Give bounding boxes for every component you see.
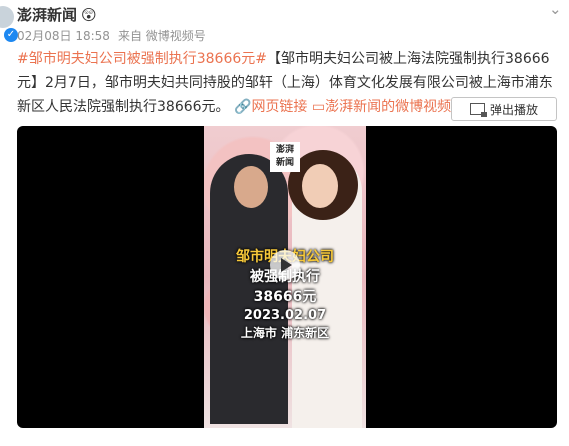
video-frame[interactable]: 澎湃 新闻 邹市明夫妇公司 被强制执行 38666元 2023.02.07 上海… xyxy=(204,126,366,428)
post-meta: 02月08日 18:58 来自 微博视频号 xyxy=(17,27,214,44)
author-emoji: 😲 xyxy=(81,6,97,24)
popout-label[interactable]: 弹出播放 xyxy=(490,101,538,118)
timestamp[interactable]: 02月08日 18:58 xyxy=(17,29,110,43)
more-options-icon[interactable]: ⌄ xyxy=(549,0,562,18)
woman-face xyxy=(302,164,338,208)
video-link[interactable]: ▭澎湃新闻的微博视频 xyxy=(312,99,451,115)
play-icon[interactable] xyxy=(270,250,300,280)
author-label[interactable]: 澎湃新闻 xyxy=(17,6,77,24)
overlay-place: 上海市 浦东新区 xyxy=(240,326,330,340)
popout-icon xyxy=(469,103,487,117)
verified-badge-icon: ✓ xyxy=(4,28,18,42)
author-name[interactable]: 澎湃新闻 😲 xyxy=(17,4,97,25)
video-player[interactable]: 澎湃 新闻 邹市明夫妇公司 被强制执行 38666元 2023.02.07 上海… xyxy=(17,126,557,428)
video-link-label[interactable]: 澎湃新闻的微博视频 xyxy=(325,99,451,115)
overlay-amount: 38666元 xyxy=(253,289,317,305)
web-link[interactable]: 🔗网页链接 xyxy=(234,99,307,115)
avatar[interactable] xyxy=(0,6,14,28)
popout-play-button[interactable]: 弹出播放 xyxy=(451,97,557,121)
source: 来自 微博视频号 xyxy=(117,29,206,43)
man-face xyxy=(234,166,268,208)
web-link-label[interactable]: 网页链接 xyxy=(251,99,307,115)
thepaper-logo: 澎湃 新闻 xyxy=(270,142,300,172)
overlay-date: 2023.02.07 xyxy=(243,308,327,323)
hashtag-link[interactable]: #邹市明夫妇公司被强制执行38666元# xyxy=(17,51,267,67)
logo-text: 澎湃 新闻 xyxy=(275,145,294,168)
